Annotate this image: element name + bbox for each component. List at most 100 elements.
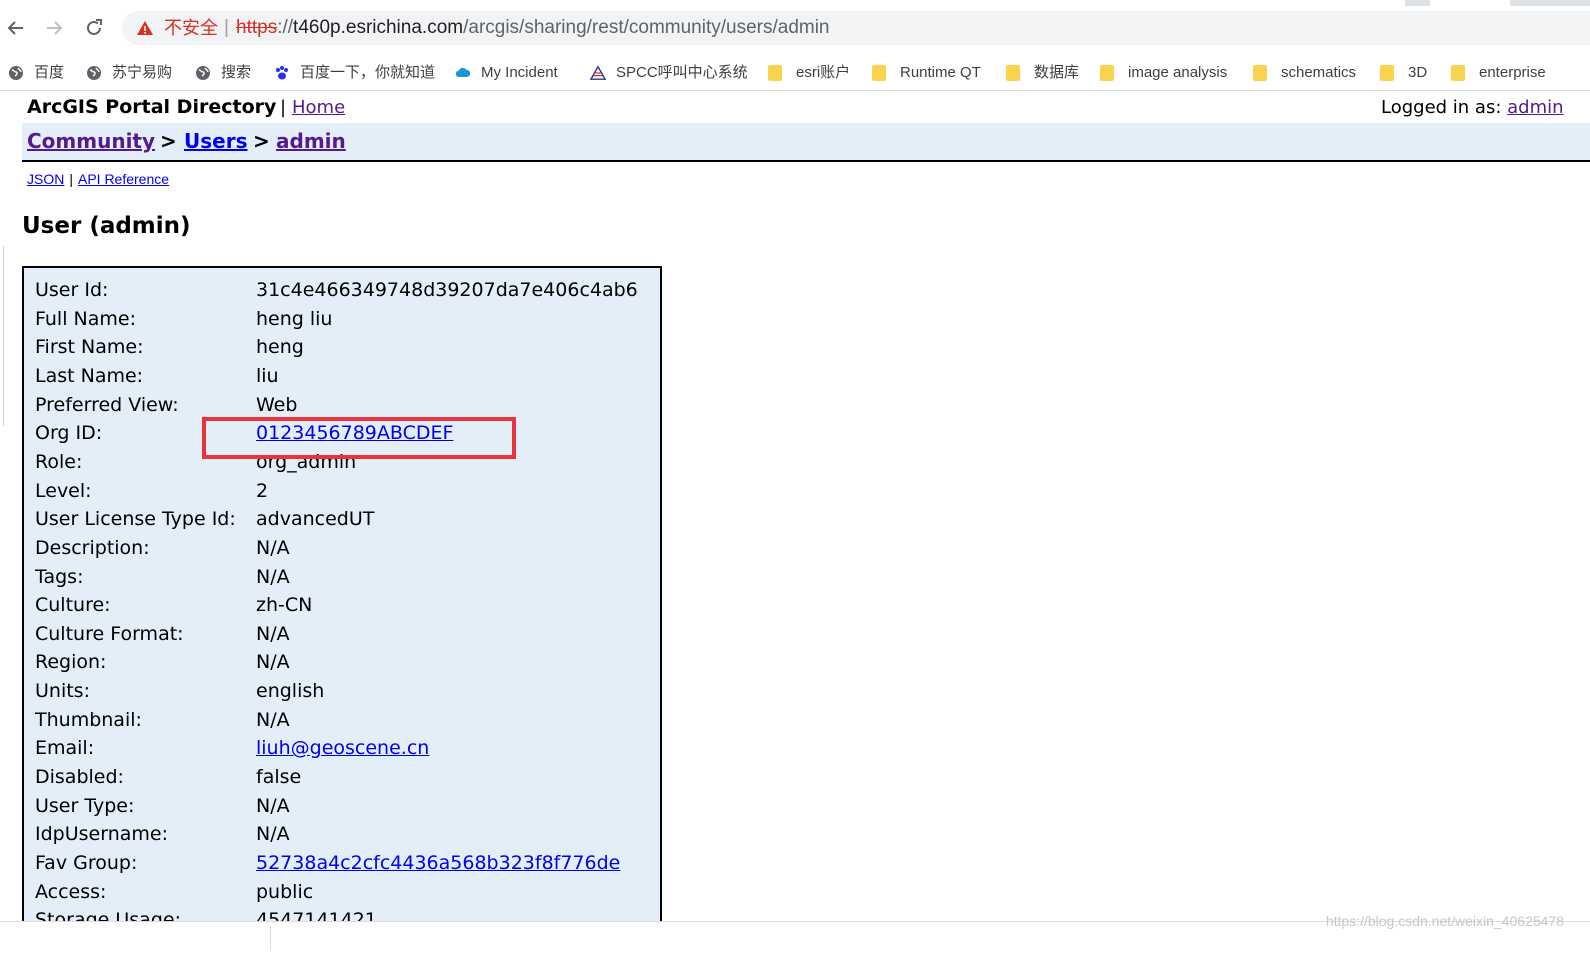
cloud-icon (455, 67, 471, 77)
property-label: Full Name: (35, 307, 136, 330)
url-host: t460p.esrichina.com (293, 17, 464, 38)
format-links: JSON | API Reference (27, 171, 169, 187)
property-value: zh-CN (256, 594, 313, 617)
property-value: heng liu (256, 307, 333, 330)
omnibox[interactable]: 不安全 | https://t460p.esrichina.com/arcgis… (122, 11, 1590, 45)
bookmark-label: enterprise (1479, 64, 1546, 81)
property-value: advancedUT (256, 508, 375, 531)
reload-button[interactable] (80, 14, 108, 42)
folder-icon (768, 65, 782, 81)
globe-icon (9, 66, 23, 80)
page-content: ArcGIS Portal Directory | Home Logged in… (0, 91, 1590, 921)
omnibox-separator: | (224, 17, 229, 38)
breadcrumb-users[interactable]: Users (184, 123, 247, 159)
bookmark-label: Runtime QT (900, 64, 981, 81)
property-label: User Id: (35, 279, 109, 301)
bookmark-spcc[interactable]: SPCC呼叫中心系统 (590, 56, 748, 90)
bookmarks-bar: 百度 苏宁易购 搜索 百度一下，你就知道 My Incident SPCC呼叫中… (0, 56, 1590, 91)
warning-triangle-icon[interactable] (136, 19, 154, 37)
breadcrumb-admin[interactable]: admin (276, 123, 346, 159)
property-value-link[interactable]: 0123456789ABCDEF (256, 422, 453, 444)
side-panel-edge (0, 246, 4, 426)
bookmark-enterprise[interactable]: enterprise (1451, 56, 1546, 90)
forward-button[interactable] (40, 14, 68, 42)
address-bar-row: 不安全 | https://t460p.esrichina.com/arcgis… (0, 6, 1590, 56)
triangle-logo-icon (590, 65, 606, 80)
bookmark-label: 搜索 (221, 64, 252, 81)
property-label: Email: (35, 737, 95, 760)
strip-divider (270, 926, 271, 950)
property-value: N/A (256, 651, 290, 674)
logged-in-user-link[interactable]: admin (1507, 97, 1563, 118)
url-path: /arcgis/sharing/rest/community/users/adm… (463, 17, 830, 38)
folder-icon (872, 65, 886, 81)
folder-icon (1253, 65, 1267, 81)
bookmark-baidu[interactable]: 百度 (8, 56, 64, 90)
bookmark-label: schematics (1281, 64, 1357, 81)
breadcrumb-separator: > (160, 129, 177, 153)
property-value: false (256, 766, 302, 789)
url-text[interactable]: https://t460p.esrichina.com/arcgis/shari… (236, 11, 830, 45)
insecure-label[interactable]: 不安全 (164, 11, 218, 45)
property-label: Culture Format: (35, 622, 184, 645)
links-separator: | (69, 171, 73, 187)
property-label: Level: (35, 479, 92, 502)
home-link[interactable]: Home (292, 97, 345, 118)
property-value: 4547141421 (256, 909, 377, 921)
property-label: Access: (35, 880, 107, 903)
logged-in-status: Logged in as: admin (1381, 97, 1564, 118)
folder-icon (1100, 65, 1114, 81)
bookmark-label: SPCC呼叫中心系统 (616, 64, 748, 81)
property-value: heng (256, 336, 304, 359)
bookmark-search[interactable]: 搜索 (195, 56, 251, 90)
property-label: Thumbnail: (35, 708, 142, 731)
bookmark-3d[interactable]: 3D (1380, 56, 1427, 90)
folder-icon (1451, 65, 1465, 81)
property-label: Units: (35, 680, 90, 703)
json-link[interactable]: JSON (27, 171, 64, 187)
property-value-link[interactable]: liuh@geoscene.cn (256, 737, 429, 759)
property-label: First Name: (35, 336, 144, 359)
api-reference-link[interactable]: API Reference (78, 171, 169, 187)
breadcrumb-separator: > (253, 129, 270, 153)
bookmark-database[interactable]: 数据库 (1006, 56, 1079, 90)
property-value: N/A (256, 708, 290, 731)
back-arrow-icon (7, 21, 23, 35)
bookmark-label: esri账户 (796, 64, 851, 81)
bookmark-label: image analysis (1128, 64, 1228, 81)
user-properties-panel: User Id: 31c4e466349748d39207da7e406c4ab6… (22, 266, 662, 921)
back-button[interactable] (2, 14, 30, 42)
property-label: Tags: (35, 565, 84, 588)
bookmark-baidu-search[interactable]: 百度一下，你就知道 (274, 56, 435, 90)
bookmark-schematics[interactable]: schematics (1253, 56, 1356, 90)
property-label: IdpUsername: (35, 823, 168, 846)
bookmark-esri-account[interactable]: esri账户 (768, 56, 850, 90)
header-separator: | (280, 97, 287, 118)
property-label: Fav Group: (35, 852, 138, 874)
property-value: Web (256, 393, 298, 416)
url-scheme: https (236, 17, 278, 38)
bookmark-my-incident[interactable]: My Incident (455, 56, 558, 90)
property-value: N/A (256, 823, 290, 846)
property-value: N/A (256, 565, 290, 588)
property-label: User Type: (35, 794, 135, 817)
property-label: Culture: (35, 594, 111, 617)
property-label: Description: (35, 536, 150, 559)
property-label: Role: (35, 450, 83, 473)
property-label: Preferred View: (35, 393, 179, 416)
property-value-link[interactable]: 52738a4c2cfc4436a568b323f8f776de (256, 852, 620, 874)
bookmark-runtime-qt[interactable]: Runtime QT (872, 56, 981, 90)
property-value: liu (256, 364, 279, 387)
property-label: Storage Usage: (35, 909, 181, 921)
baidu-paw-icon (276, 66, 288, 80)
globe-icon (196, 66, 210, 80)
folder-icon (1380, 65, 1394, 81)
bookmark-suning[interactable]: 苏宁易购 (86, 56, 172, 90)
bookmark-image-analysis[interactable]: image analysis (1100, 56, 1227, 90)
bookmark-label: 苏宁易购 (112, 64, 173, 81)
property-label: Last Name: (35, 364, 144, 387)
breadcrumb-community[interactable]: Community (27, 123, 155, 159)
property-label: Region: (35, 651, 107, 674)
breadcrumb: Community > Users > admin (22, 123, 1590, 162)
portal-header: ArcGIS Portal Directory | Home Logged in… (0, 91, 1590, 123)
